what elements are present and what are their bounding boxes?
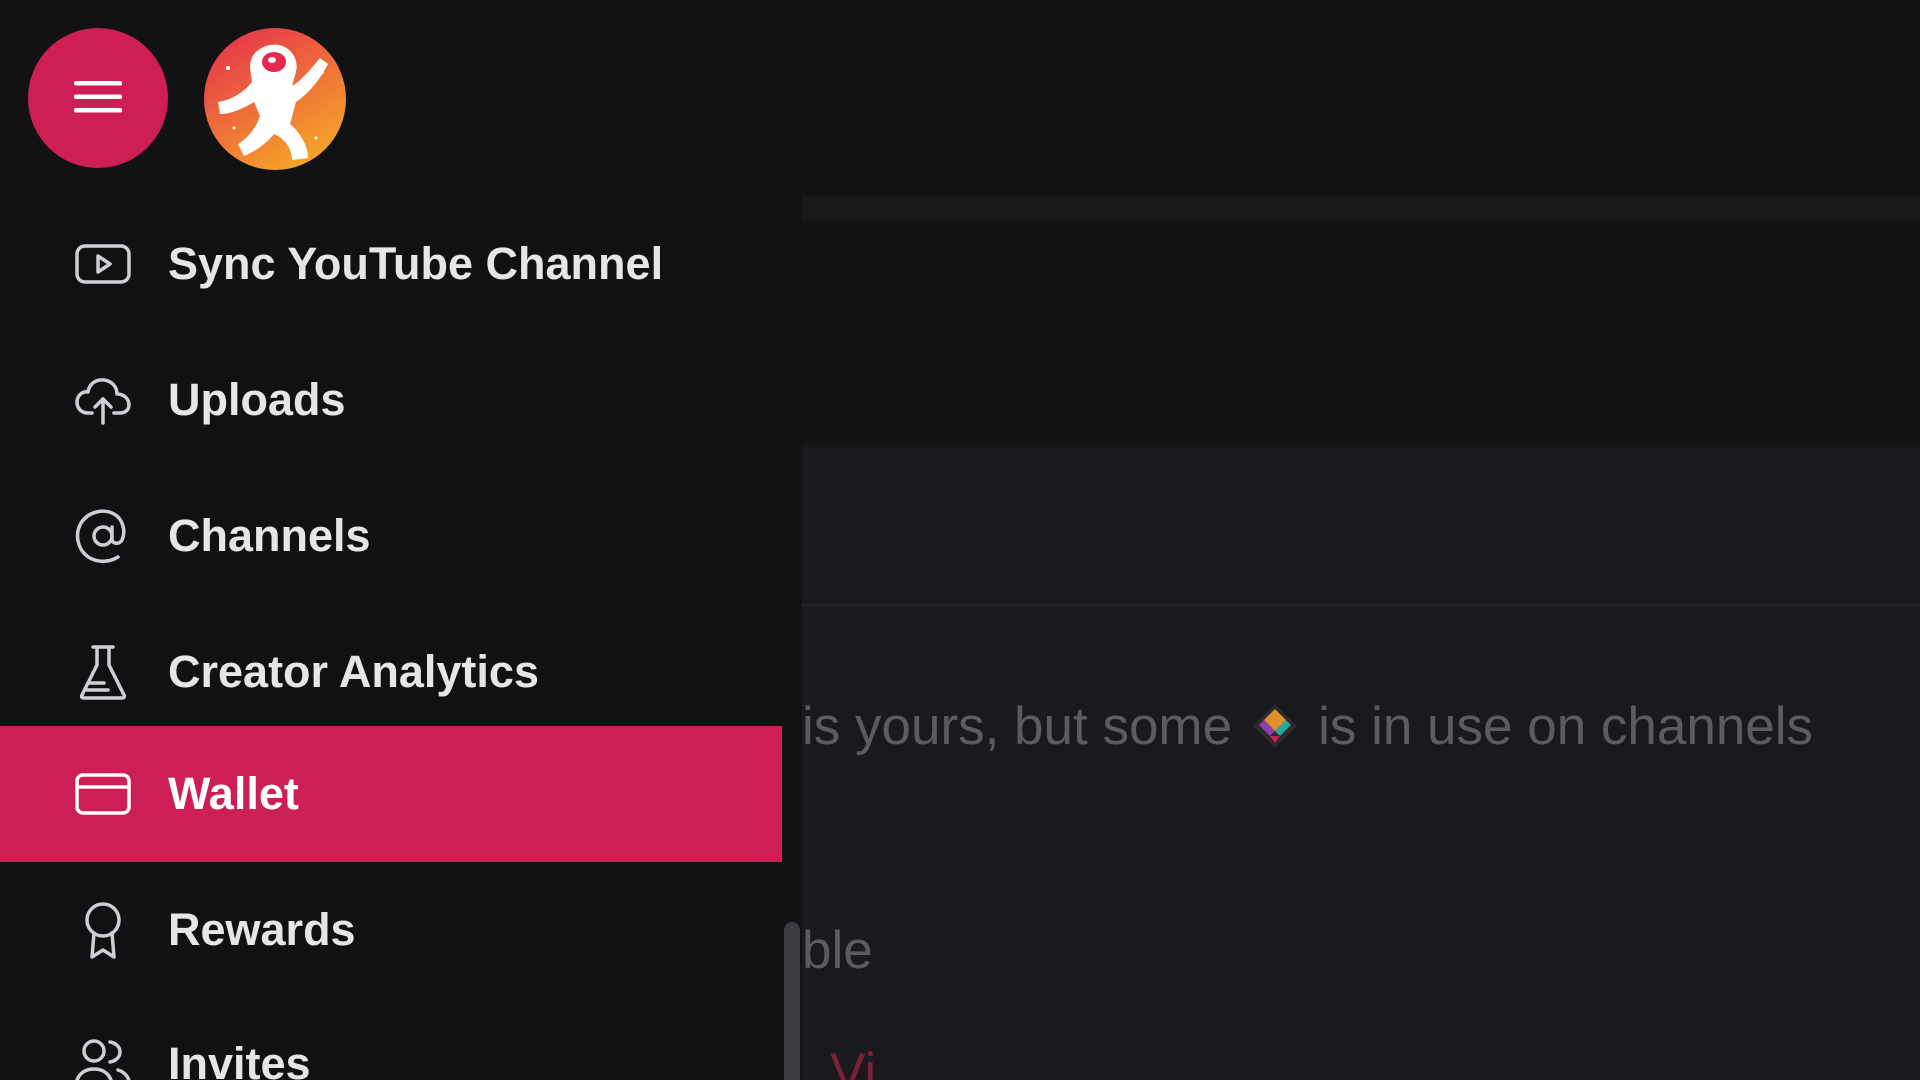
sidebar-drawer: Sync YouTube Channel Uploads Channels Cr…	[0, 196, 782, 1080]
balance-description-start: is yours, but some	[802, 696, 1233, 756]
astronaut-avatar-icon	[204, 28, 346, 170]
at-sign-icon	[74, 507, 132, 565]
sidebar-item-sync-youtube[interactable]: Sync YouTube Channel	[0, 196, 782, 332]
sidebar-item-creator-analytics[interactable]: Creator Analytics	[0, 604, 782, 740]
youtube-icon	[74, 235, 132, 293]
flask-icon	[74, 643, 132, 701]
sidebar-item-label: Invites	[168, 1038, 311, 1080]
credit-card-icon	[74, 765, 132, 823]
sidebar-item-label: Wallet	[168, 768, 299, 819]
sidebar-item-label: Creator Analytics	[168, 646, 539, 697]
sidebar-item-wallet[interactable]: Wallet	[0, 726, 782, 862]
sidebar-item-uploads[interactable]: Uploads	[0, 332, 782, 468]
sidebar-item-label: Uploads	[168, 374, 346, 425]
wallet-card	[802, 448, 1920, 1080]
sidebar-item-rewards[interactable]: Rewards	[0, 862, 782, 998]
sidebar-item-label: Sync YouTube Channel	[168, 238, 664, 289]
users-icon	[74, 1035, 132, 1080]
sidebar-item-invites[interactable]: Invites	[0, 996, 782, 1080]
balance-description: is yours, but some is in use on channels	[802, 696, 1813, 756]
sidebar-item-label: Channels	[168, 510, 371, 561]
award-icon	[74, 901, 132, 959]
top-header	[0, 0, 1920, 196]
content-banner	[802, 220, 1920, 444]
app-window: is yours, but some is in use on channels…	[0, 0, 1920, 1080]
menu-toggle-button[interactable]	[28, 28, 168, 168]
lbc-credits-icon	[1250, 701, 1300, 751]
sidebar-item-channels[interactable]: Channels	[0, 468, 782, 604]
content-header-band	[802, 196, 1920, 220]
balance-description-end: is in use on channels	[1318, 696, 1814, 756]
sidebar-scrollbar-thumb[interactable]	[784, 922, 800, 1080]
available-label: ble	[802, 921, 873, 980]
card-divider	[802, 604, 1920, 606]
cloud-upload-icon	[74, 371, 132, 429]
sidebar-item-label: Rewards	[168, 904, 356, 955]
hamburger-icon	[72, 77, 124, 120]
user-avatar[interactable]	[204, 28, 346, 170]
wallet-main-content: is yours, but some is in use on channels…	[802, 196, 1920, 1080]
view-link[interactable]: Vi	[830, 1042, 876, 1080]
